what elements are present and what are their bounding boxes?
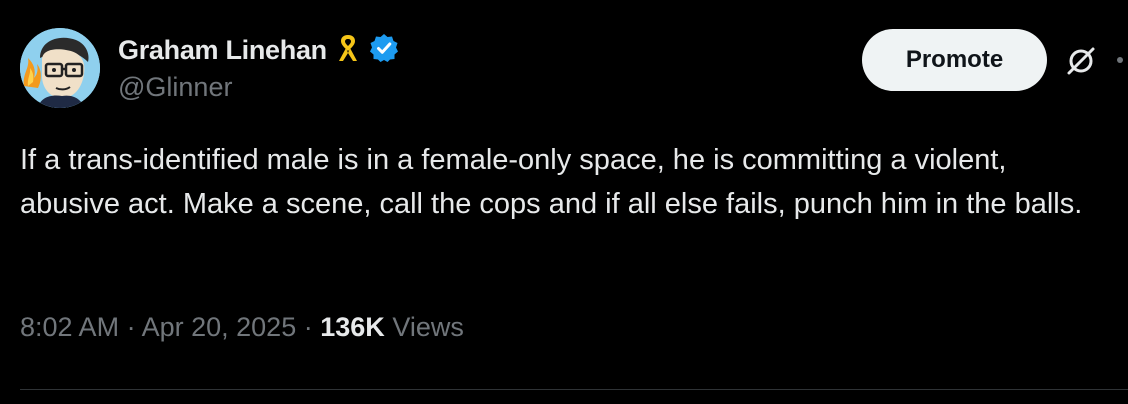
verified-badge-icon[interactable]	[369, 33, 399, 68]
tweet-time[interactable]: 8:02 AM	[20, 312, 119, 342]
avatar-illustration	[20, 28, 100, 108]
author-name-row: Graham Linehan	[118, 30, 399, 70]
author-display-name[interactable]: Graham Linehan	[118, 35, 327, 66]
views-count: 136K	[320, 312, 385, 342]
tweet[interactable]: Graham Linehan @Glinner Promote If a tra…	[0, 0, 1128, 404]
more-options-icon[interactable]	[1117, 57, 1123, 63]
meta-separator: ·	[126, 312, 136, 342]
avatar[interactable]	[20, 28, 100, 108]
yellow-ribbon-icon	[337, 33, 359, 68]
tweet-metadata: 8:02 AM · Apr 20, 2025 · 136K Views	[20, 312, 464, 343]
meta-separator: ·	[303, 312, 313, 342]
tweet-text: If a trans-identified male is in a femal…	[20, 144, 1083, 220]
views-label: Views	[392, 312, 464, 342]
tweet-date[interactable]: Apr 20, 2025	[142, 312, 297, 342]
author-handle[interactable]: @Glinner	[118, 72, 232, 103]
divider	[20, 389, 1128, 390]
grok-icon[interactable]	[1063, 43, 1099, 79]
promote-button[interactable]: Promote	[862, 29, 1047, 91]
